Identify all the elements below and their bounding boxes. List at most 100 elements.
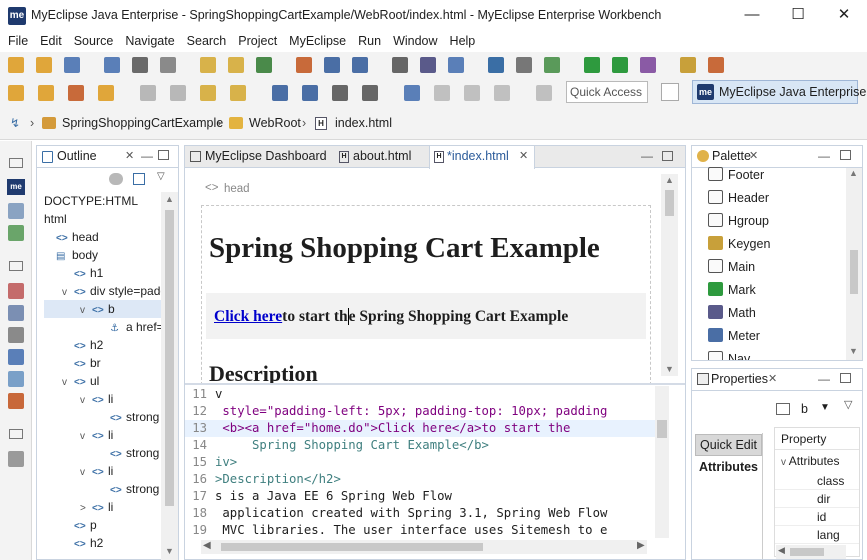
tab-properties[interactable]: Properties — [711, 369, 768, 390]
toggle-mark-icon[interactable] — [324, 57, 340, 73]
search-icon[interactable] — [448, 57, 464, 73]
align-icon[interactable] — [536, 85, 552, 101]
preview-subheading[interactable]: Description — [209, 361, 318, 384]
code-line[interactable]: 13 <b><a href="home.do">Click here</a>to… — [185, 420, 655, 437]
outline-item[interactable]: <> head — [44, 228, 161, 246]
split-vertical-icon[interactable] — [302, 85, 318, 101]
attributes-tab[interactable]: Attributes — [695, 457, 762, 479]
run-icon[interactable] — [584, 57, 600, 73]
outline-item[interactable]: v <> b — [44, 300, 161, 318]
outline-item[interactable]: > <> li — [44, 498, 161, 516]
restore-icon[interactable] — [9, 261, 23, 271]
package-explorer-icon[interactable] — [8, 225, 24, 241]
code-line[interactable]: 16 >Description</h2> — [185, 471, 655, 488]
close-icon[interactable]: ✕ — [519, 146, 528, 167]
minimize-icon[interactable]: — — [141, 146, 153, 167]
head-label[interactable]: head — [224, 183, 250, 195]
close-button[interactable]: ✕ — [821, 0, 867, 32]
collapse-all-icon[interactable] — [133, 173, 145, 185]
palette-item[interactable]: Footer — [708, 164, 842, 187]
split-divider[interactable] — [185, 383, 685, 385]
scroll-thumb[interactable] — [221, 543, 483, 551]
chevron-icon[interactable]: v — [80, 428, 92, 446]
menu-window[interactable]: Window — [387, 32, 443, 50]
chevron-icon[interactable]: v — [80, 302, 92, 320]
image-preview-icon[interactable] — [8, 393, 24, 409]
palette-item[interactable]: Math — [708, 302, 842, 325]
open-type-icon[interactable] — [420, 57, 436, 73]
code-line[interactable]: 15 iv> — [185, 454, 655, 471]
tab-dashboard[interactable]: MyEclipse Dashboard — [185, 146, 333, 168]
outline-item[interactable]: <> p — [44, 516, 161, 534]
preview-heading[interactable]: Spring Shopping Cart Example — [209, 232, 600, 265]
myeclipse-view-icon[interactable]: me — [7, 179, 25, 195]
menu-project[interactable]: Project — [232, 32, 283, 50]
menu-source[interactable]: Source — [68, 32, 120, 50]
print-icon[interactable] — [132, 57, 148, 73]
restore-icon[interactable] — [9, 429, 23, 439]
grid-icon[interactable] — [392, 57, 408, 73]
debug-config-icon[interactable] — [544, 57, 560, 73]
code-line[interactable]: 17 s is a Java EE 6 Spring Web Flow — [185, 488, 655, 505]
view-menu-icon[interactable]: ▽ — [844, 398, 852, 411]
palette-item[interactable]: Keygen — [708, 233, 842, 256]
maximize-icon[interactable] — [840, 150, 851, 160]
undo-icon[interactable] — [200, 57, 216, 73]
prev-annotation-icon[interactable] — [170, 85, 186, 101]
code-line[interactable]: 11 v — [185, 386, 655, 403]
open-project-icon[interactable] — [38, 85, 54, 101]
build-icon[interactable] — [256, 57, 272, 73]
quick-access-field[interactable]: Quick Access — [566, 81, 648, 103]
property-row[interactable]: id — [775, 508, 859, 526]
source-hscrollbar[interactable]: ◀ ▶ — [201, 540, 647, 554]
scroll-thumb[interactable] — [665, 190, 674, 216]
new-project-icon[interactable] — [36, 57, 52, 73]
properties-hscrollbar[interactable]: ◀ — [776, 545, 846, 559]
minimize-icon[interactable]: — — [818, 369, 830, 390]
outline-item[interactable]: ▤ body — [44, 246, 161, 264]
chevron-icon[interactable]: v — [62, 284, 74, 302]
menu-help[interactable]: Help — [444, 32, 482, 50]
server-icon[interactable] — [708, 57, 724, 73]
chevron-icon[interactable]: v — [80, 392, 92, 410]
chevron-icon[interactable]: v — [80, 464, 92, 482]
outline-item[interactable]: <> strong — [44, 444, 161, 462]
palette-scrollbar[interactable]: ▲ ▼ — [846, 168, 862, 360]
perspective-button[interactable]: me MyEclipse Java Enterprise — [692, 80, 866, 104]
chevron-icon[interactable]: v — [62, 374, 74, 392]
palette-item[interactable]: Nav — [708, 348, 842, 360]
outline-item[interactable]: DOCTYPE:HTML — [44, 192, 161, 210]
property-column-header[interactable]: Property — [775, 428, 859, 450]
sync-icon[interactable] — [296, 57, 312, 73]
wrench-icon[interactable] — [68, 85, 84, 101]
menu-search[interactable]: Search — [181, 32, 233, 50]
preview-div[interactable]: Click hereto start the Spring Shopping C… — [206, 293, 646, 339]
menu-myeclipse[interactable]: MyEclipse — [283, 32, 352, 50]
property-row[interactable]: class — [775, 472, 859, 490]
scroll-thumb[interactable] — [165, 210, 174, 506]
quick-edit-tab[interactable]: Quick Edit — [695, 434, 762, 456]
new-icon[interactable] — [8, 57, 24, 73]
profile-icon[interactable] — [640, 57, 656, 73]
maximize-button[interactable]: ☐ — [775, 0, 821, 32]
code-line[interactable]: 12 style="padding-left: 5px; padding-top… — [185, 403, 655, 420]
menu-file[interactable]: File — [2, 32, 34, 50]
console-icon[interactable] — [8, 349, 24, 365]
underline-icon[interactable] — [434, 85, 450, 101]
outline-scrollbar[interactable]: ▲ ▼ — [161, 192, 178, 560]
pin-icon[interactable] — [776, 403, 790, 415]
outline-item[interactable]: v <> li — [44, 426, 161, 444]
property-row[interactable]: dir — [775, 490, 859, 508]
bold-icon[interactable] — [464, 85, 480, 101]
outline-item[interactable]: <> h1 — [44, 264, 161, 282]
menu-navigate[interactable]: Navigate — [119, 32, 180, 50]
maximize-icon[interactable] — [158, 150, 169, 160]
tasks-icon[interactable] — [8, 327, 24, 343]
forward-icon[interactable] — [230, 85, 246, 101]
export-icon[interactable] — [98, 85, 114, 101]
code-line[interactable]: 18 application created with Spring 3.1, … — [185, 505, 655, 522]
save-icon[interactable] — [64, 57, 80, 73]
tab-index[interactable]: H *index.html ✕ — [429, 146, 535, 169]
outline-item[interactable]: <> strong — [44, 408, 161, 426]
deploy-icon[interactable] — [680, 57, 696, 73]
